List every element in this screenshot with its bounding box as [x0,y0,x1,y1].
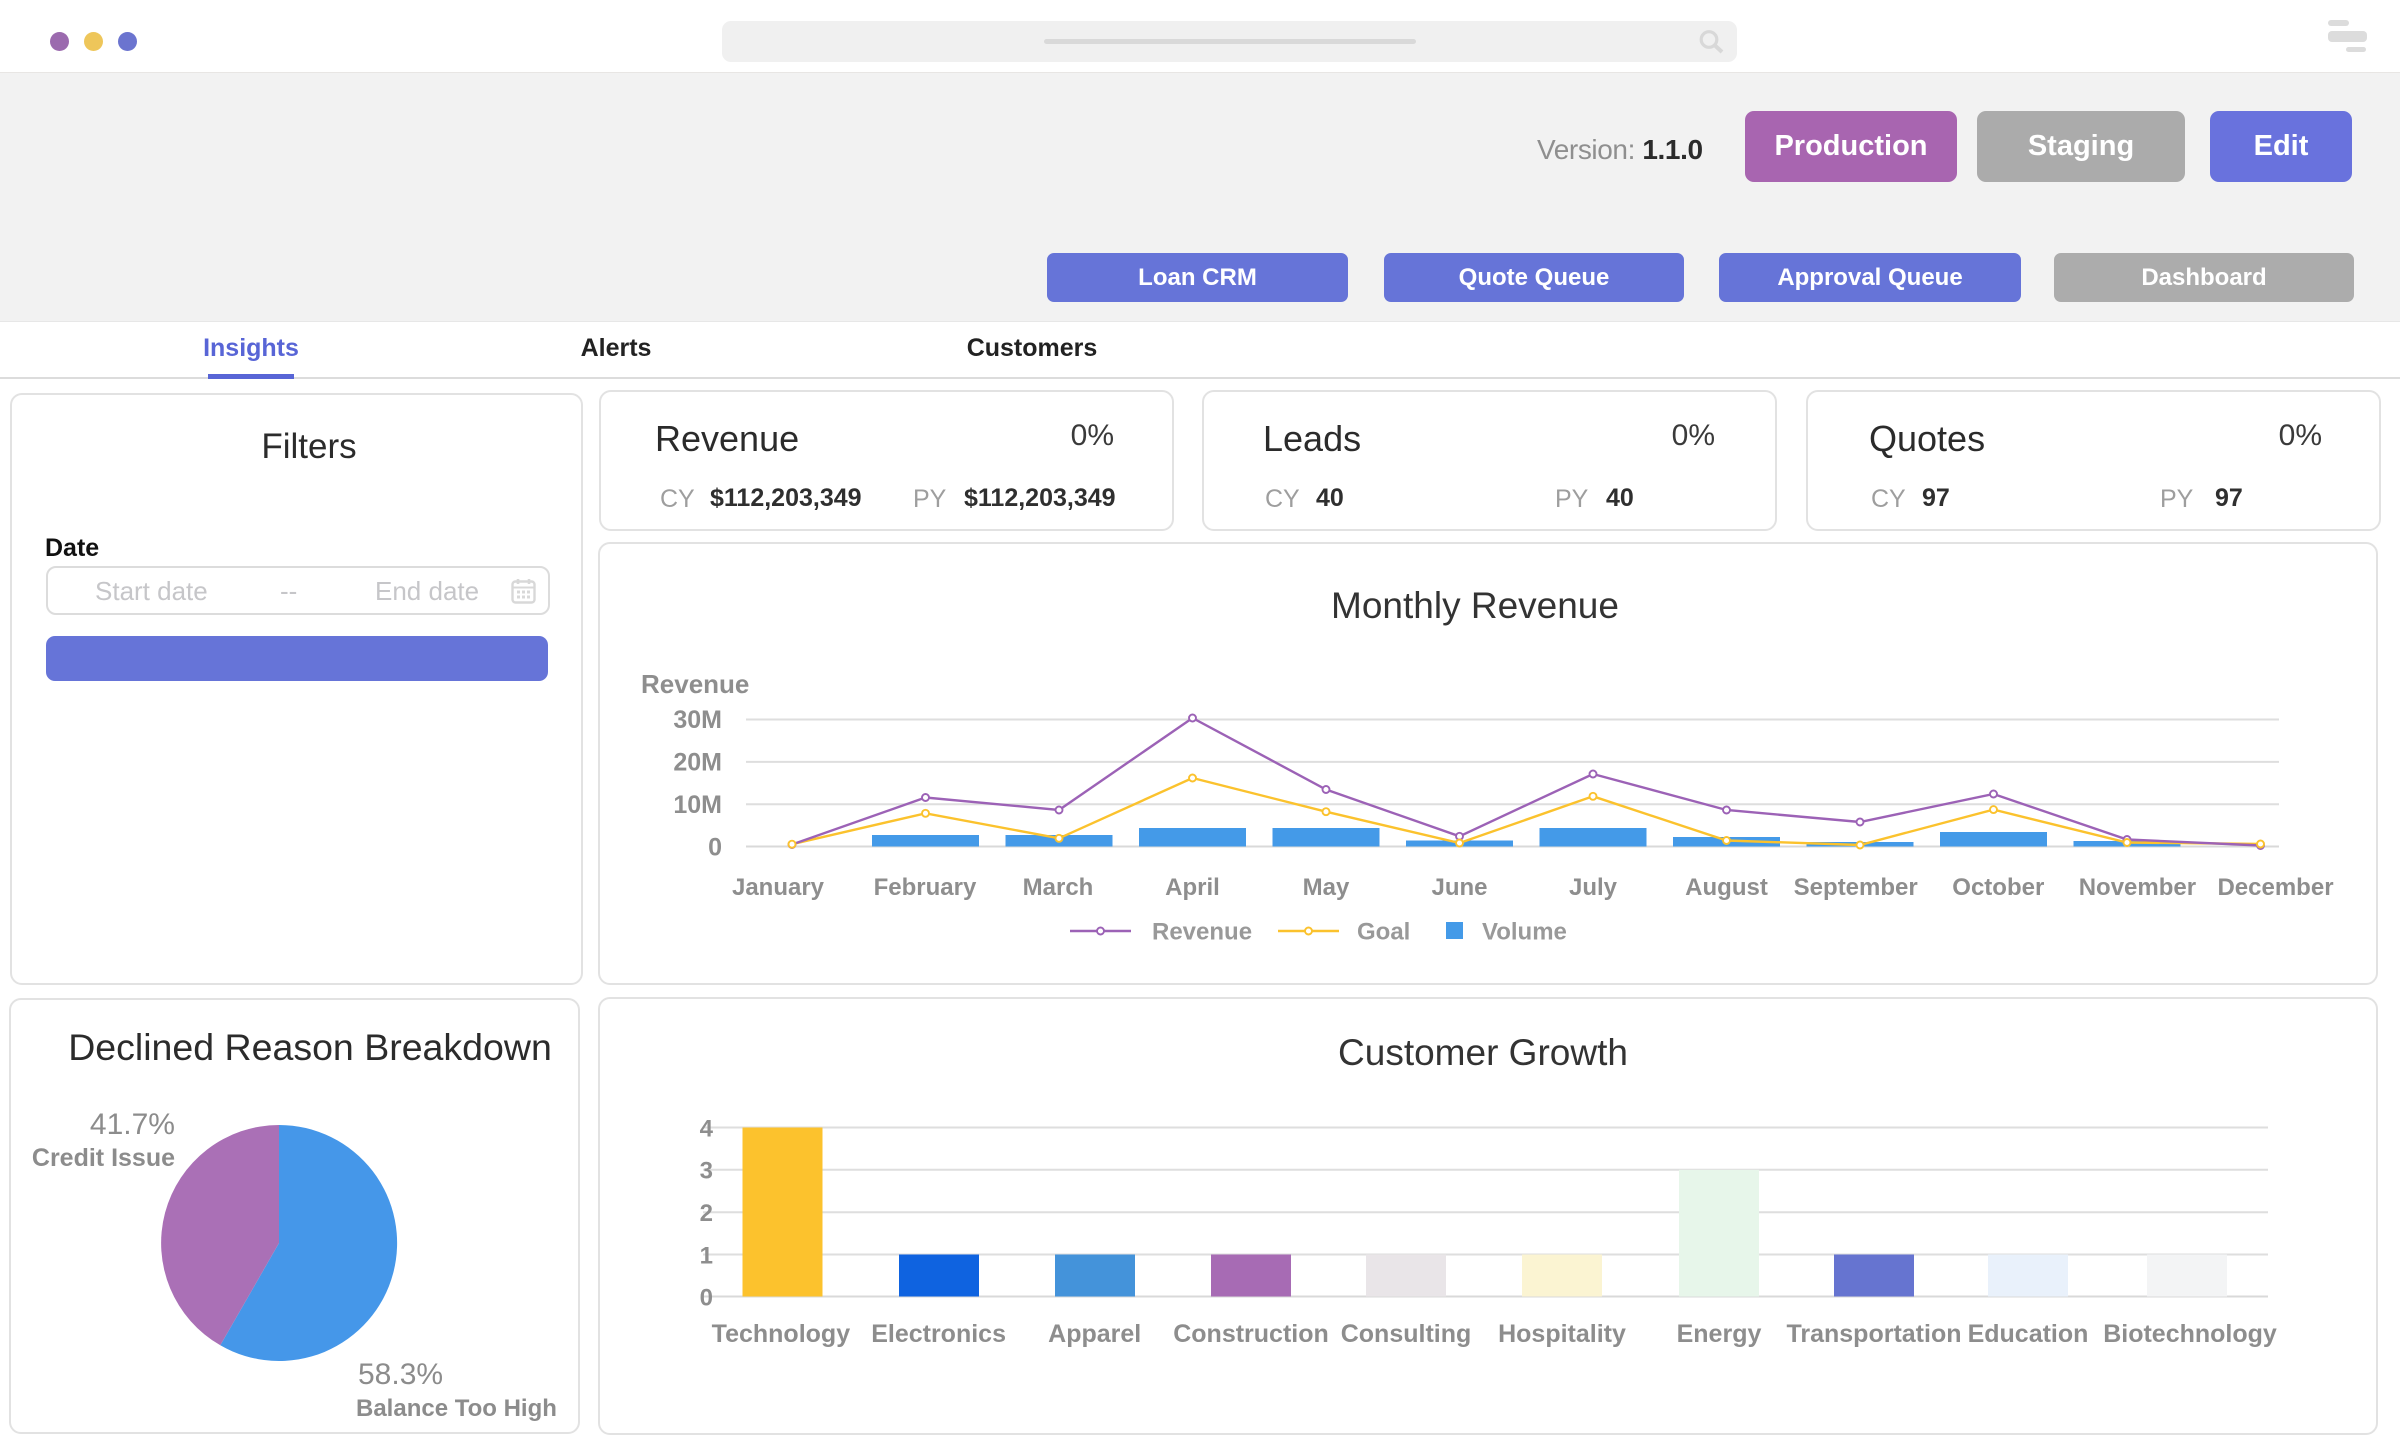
svg-text:3: 3 [700,1158,713,1185]
svg-text:Customer Growth: Customer Growth [1338,1032,1628,1073]
svg-text:February: February [874,874,977,901]
svg-text:58.3%: 58.3% [358,1358,443,1391]
svg-text:Education: Education [1968,1320,2089,1348]
svg-text:December: December [2217,874,2333,901]
svg-text:Declined Reason Breakdown: Declined Reason Breakdown [68,1026,552,1068]
svg-text:Goal: Goal [1357,919,1410,946]
svg-text:Technology: Technology [712,1320,851,1348]
svg-text:September: September [1794,874,1918,901]
svg-text:July: July [1569,874,1618,901]
svg-text:Energy: Energy [1677,1320,1762,1348]
svg-text:Revenue: Revenue [1152,919,1252,946]
svg-text:0: 0 [708,833,722,861]
svg-text:41.7%: 41.7% [90,1108,175,1141]
svg-text:August: August [1685,874,1768,901]
svg-text:Consulting: Consulting [1341,1320,1472,1348]
svg-text:Biotechnology: Biotechnology [2103,1320,2277,1348]
svg-text:Construction: Construction [1173,1320,1329,1348]
svg-text:January: January [732,874,825,901]
svg-text:Transportation: Transportation [1786,1320,1961,1348]
svg-text:20M: 20M [673,749,722,777]
svg-text:1: 1 [700,1242,713,1269]
svg-text:Credit Issue: Credit Issue [32,1144,175,1172]
svg-text:Revenue: Revenue [641,669,749,699]
svg-text:30M: 30M [673,706,722,734]
svg-text:May: May [1303,874,1350,901]
svg-text:Monthly Revenue: Monthly Revenue [1331,585,1619,626]
svg-text:March: March [1023,874,1094,901]
svg-text:Hospitality: Hospitality [1498,1320,1626,1348]
svg-text:June: June [1431,874,1487,901]
svg-text:Volume: Volume [1482,919,1567,946]
svg-text:Electronics: Electronics [871,1320,1006,1348]
svg-text:10M: 10M [673,791,722,819]
svg-text:2: 2 [700,1200,713,1227]
svg-text:November: November [2079,874,2196,901]
svg-text:4: 4 [700,1115,714,1142]
svg-text:April: April [1165,874,1220,901]
svg-text:October: October [1952,874,2044,901]
svg-text:0: 0 [700,1284,713,1311]
svg-text:Balance Too High: Balance Too High [356,1395,557,1422]
svg-text:Apparel: Apparel [1048,1320,1141,1348]
